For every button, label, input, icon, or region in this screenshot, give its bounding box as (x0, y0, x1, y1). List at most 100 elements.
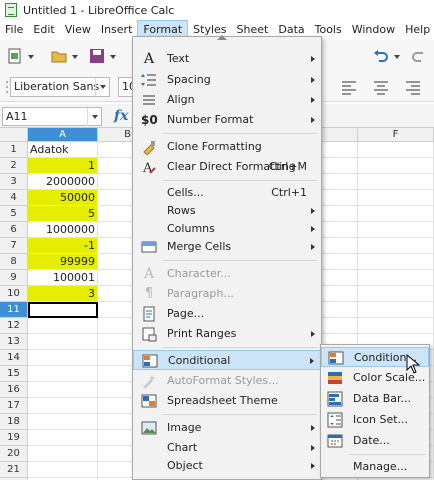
submenu-item-manage[interactable]: Manage... (321, 457, 429, 477)
row-header[interactable]: 20 (0, 446, 28, 462)
grid-cell[interactable] (28, 414, 98, 430)
menu-item-spreadsheet-theme[interactable]: Spreadsheet Theme (133, 391, 321, 411)
redo-icon[interactable] (410, 47, 428, 65)
grid-cell[interactable]: 1000000 (28, 222, 98, 238)
grid-cell[interactable]: Adatok (28, 142, 98, 158)
grid-cell[interactable] (358, 254, 434, 270)
grid-cell[interactable]: -1 (28, 238, 98, 254)
grid-cell[interactable] (358, 318, 434, 334)
row-header[interactable]: 16 (0, 382, 28, 398)
function-wizard-icon[interactable]: fx (114, 108, 128, 124)
undo-dropdown-icon[interactable] (394, 55, 400, 59)
row-header[interactable]: 5 (0, 206, 28, 222)
align-center-icon[interactable] (372, 78, 390, 96)
font-name-dropdown-icon[interactable] (95, 78, 109, 96)
menu-item-merge-cells[interactable]: Merge Cells (133, 237, 321, 257)
grid-cell[interactable] (28, 398, 98, 414)
row-header[interactable]: 19 (0, 430, 28, 446)
grid-cell[interactable]: 100001 (28, 270, 98, 286)
grid-cell[interactable] (358, 206, 434, 222)
row-header[interactable]: 8 (0, 254, 28, 270)
new-document-icon[interactable] (6, 47, 24, 65)
grid-cell[interactable]: 99999 (28, 254, 98, 270)
grid-cell[interactable] (28, 366, 98, 382)
grid-cell[interactable] (358, 238, 434, 254)
menu-item-number-format[interactable]: $0 Number Format (133, 110, 321, 130)
menu-item-clear-direct-formatting[interactable]: A Clear Direct Formatting Ctrl+M (133, 157, 321, 177)
scroll-up-icon[interactable] (217, 35, 227, 40)
menu-item-text[interactable]: A Text (133, 49, 321, 69)
row-header[interactable]: 3 (0, 174, 28, 190)
grid-cell[interactable] (28, 350, 98, 366)
menu-help[interactable]: Help (400, 20, 434, 40)
row-header[interactable]: 1 (0, 142, 28, 158)
grid-cell[interactable] (28, 318, 98, 334)
grid-cell[interactable] (358, 286, 434, 302)
row-header[interactable]: 2 (0, 158, 28, 174)
grid-cell[interactable] (358, 142, 434, 158)
align-left-icon[interactable] (340, 78, 358, 96)
row-header[interactable]: 13 (0, 334, 28, 350)
undo-icon[interactable] (372, 47, 390, 65)
column-header-a[interactable]: A (28, 128, 98, 142)
open-dropdown-icon[interactable] (72, 55, 78, 59)
grid-cell[interactable]: 5 (28, 206, 98, 222)
align-right-icon[interactable] (404, 78, 422, 96)
row-header[interactable]: 18 (0, 414, 28, 430)
grid-cell[interactable] (358, 174, 434, 190)
grid-cell[interactable] (358, 302, 434, 318)
menu-item-spacing[interactable]: Spacing (133, 70, 321, 90)
submenu-item-data-bar[interactable]: Data Bar... (321, 389, 429, 409)
menu-item-chart[interactable]: Chart (133, 438, 321, 458)
grid-cell[interactable] (28, 430, 98, 446)
grid-cell[interactable] (358, 158, 434, 174)
row-header[interactable]: 15 (0, 366, 28, 382)
menu-item-autoformat-styles[interactable]: AutoFormat Styles... (133, 371, 321, 391)
row-header[interactable]: 9 (0, 270, 28, 286)
row-header[interactable]: 6 (0, 222, 28, 238)
grid-cell[interactable] (358, 222, 434, 238)
row-header[interactable]: 21 (0, 462, 28, 478)
name-box-dropdown-icon[interactable] (87, 108, 101, 126)
save-icon[interactable] (88, 47, 106, 65)
grid-cell[interactable] (28, 462, 98, 478)
menu-item-align[interactable]: Align (133, 90, 321, 110)
grid-cell[interactable]: 1 (28, 158, 98, 174)
grid-cell[interactable] (358, 190, 434, 206)
column-header-f[interactable]: F (358, 128, 434, 142)
grid-cell[interactable]: 50000 (28, 190, 98, 206)
grid-cell[interactable] (28, 334, 98, 350)
row-header[interactable]: 11 (0, 302, 28, 318)
row-header[interactable]: 17 (0, 398, 28, 414)
row-header[interactable]: 14 (0, 350, 28, 366)
menu-window[interactable]: Window (347, 20, 400, 40)
menu-item-cells[interactable]: Cells... Ctrl+1 (133, 183, 321, 203)
submenu-item-icon-set[interactable]: Icon Set... (321, 410, 429, 430)
menu-item-print-ranges[interactable]: Print Ranges (133, 324, 321, 344)
save-dropdown-icon[interactable] (110, 55, 116, 59)
grid-cell[interactable] (28, 382, 98, 398)
menu-file[interactable]: File (0, 20, 28, 40)
row-header[interactable]: 12 (0, 318, 28, 334)
new-dropdown-icon[interactable] (28, 55, 34, 59)
menu-item-character[interactable]: A Character... (133, 264, 321, 284)
row-header[interactable]: 10 (0, 286, 28, 302)
open-folder-icon[interactable] (50, 47, 68, 65)
menu-item-page[interactable]: Page... (133, 304, 321, 324)
menu-item-rows[interactable]: Rows (133, 201, 321, 221)
menu-view[interactable]: View (60, 20, 96, 40)
corner-select-all[interactable] (0, 128, 28, 142)
menu-item-object[interactable]: Object (133, 456, 321, 476)
font-name-box[interactable]: Liberation Sans (10, 77, 110, 97)
grid-cell[interactable] (358, 270, 434, 286)
grid-cell[interactable] (28, 446, 98, 462)
grid-cell[interactable]: 3 (28, 286, 98, 302)
name-box[interactable]: A11 (2, 107, 102, 126)
active-cell[interactable] (28, 302, 98, 318)
menu-item-conditional[interactable]: Conditional (133, 350, 321, 370)
menu-item-paragraph[interactable]: ¶ Paragraph... (133, 284, 321, 304)
menu-edit[interactable]: Edit (28, 20, 59, 40)
menu-item-columns[interactable]: Columns (133, 219, 321, 239)
row-header[interactable]: 4 (0, 190, 28, 206)
submenu-item-date[interactable]: Date... (321, 431, 429, 451)
